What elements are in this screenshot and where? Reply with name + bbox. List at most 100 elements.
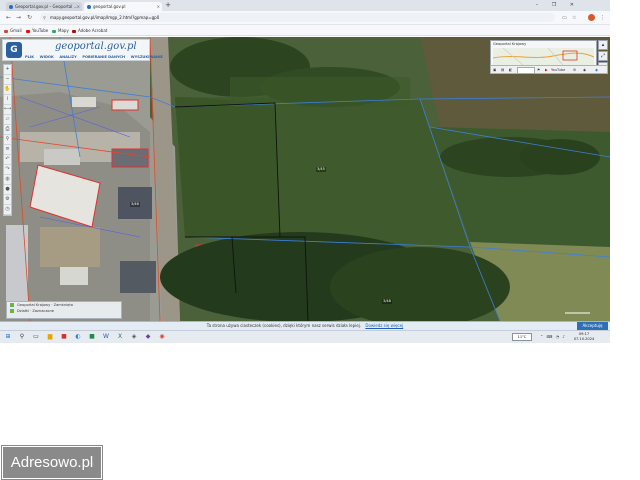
browser-menu-icon[interactable]: ⋮ bbox=[600, 14, 605, 22]
menu-item-wyszukiwanie[interactable]: WYSZUKIWANIE bbox=[131, 54, 163, 60]
browser-tab-bar: Geoportal.gov.pl – Geoportal ... × geopor… bbox=[0, 0, 610, 11]
legend-label: Geoportal Krajowy · Zamknięta bbox=[17, 303, 73, 307]
legend-item[interactable]: Działki · Zaznaczone bbox=[7, 308, 121, 314]
task-view-icon[interactable]: ▭ bbox=[32, 333, 40, 341]
measure-icon[interactable]: ⟷ bbox=[4, 105, 11, 115]
checkbox-icon[interactable] bbox=[10, 303, 14, 307]
overview-map-thumbnail[interactable] bbox=[493, 48, 594, 65]
profile-avatar[interactable] bbox=[588, 14, 595, 21]
forward-arrow-icon[interactable]: → bbox=[16, 14, 21, 22]
file-explorer-icon[interactable]: ▆ bbox=[46, 333, 54, 341]
overview-map[interactable]: Geoportal Krajowy bbox=[490, 40, 597, 68]
cookie-message: Ta strona używa ciasteczek (cookies), dz… bbox=[206, 323, 362, 328]
layer-toggle-icon[interactable]: ◧ bbox=[509, 67, 512, 73]
cookie-learn-more-link[interactable]: Dowiedz się więcej bbox=[365, 323, 403, 328]
youtube-icon[interactable]: ▶ bbox=[545, 67, 548, 73]
cast-icon[interactable]: ▭ bbox=[562, 14, 567, 22]
start-icon[interactable]: ⊞ bbox=[4, 333, 12, 341]
new-tab-button[interactable]: + bbox=[164, 1, 172, 10]
bookmark-star-icon[interactable]: ☆ bbox=[572, 14, 576, 22]
site-info-icon[interactable]: ⚲ bbox=[43, 13, 46, 22]
app-icon[interactable]: ■ bbox=[88, 333, 96, 341]
layers-icon[interactable]: ≡ bbox=[4, 145, 11, 155]
layer-toggle-icon[interactable]: ▤ bbox=[501, 67, 504, 73]
menu-item-analizy[interactable]: ANALIZY bbox=[59, 54, 76, 60]
browser-toolbar: ← → ↻ ⚲ mapy.geoportal.gov.pl/imap/Imgp_… bbox=[0, 11, 610, 25]
settings-icon[interactable]: ⚙ bbox=[573, 67, 576, 73]
marker-icon[interactable]: ● bbox=[4, 185, 11, 195]
menu-item-plik[interactable]: PLIK bbox=[25, 54, 34, 60]
globe-icon[interactable]: ◍ bbox=[4, 175, 11, 185]
bookmark-label: Adobe Acrobat bbox=[78, 28, 108, 33]
excel-icon[interactable]: X bbox=[116, 333, 124, 341]
url-text: mapy.geoportal.gov.pl/imap/Imgp_2.html?g… bbox=[50, 15, 160, 20]
building bbox=[112, 149, 148, 167]
address-bar[interactable]: ⚲ mapy.geoportal.gov.pl/imap/Imgp_2.html… bbox=[40, 13, 555, 22]
menu-item-pobieranie-danych[interactable]: POBIERANIE DANYCH bbox=[82, 54, 125, 60]
building bbox=[6, 225, 28, 305]
acrobat-icon bbox=[72, 29, 76, 33]
eye-icon[interactable]: ◉ bbox=[583, 67, 586, 73]
edge-icon[interactable]: ◐ bbox=[74, 333, 82, 341]
close-tab-icon[interactable]: × bbox=[77, 2, 80, 11]
maps-icon bbox=[52, 29, 56, 33]
print-icon[interactable]: ⎙ bbox=[4, 125, 11, 135]
reload-icon[interactable]: ↻ bbox=[27, 14, 32, 22]
bookmark-label: Mapy bbox=[58, 28, 69, 33]
app-icon[interactable]: ◈ bbox=[130, 333, 138, 341]
clock-icon[interactable]: ◷ bbox=[4, 205, 11, 215]
building bbox=[112, 100, 138, 110]
zoom-out-icon[interactable]: − bbox=[4, 75, 11, 85]
adresowo-watermark: Adresowo.pl bbox=[2, 446, 102, 479]
youtube-icon bbox=[26, 29, 30, 33]
bookmark-gmail[interactable]: Gmail bbox=[4, 26, 22, 35]
geoportal-header: G geoportal.gov.pl PLIK WIDOK ANALIZY PO… bbox=[2, 39, 163, 61]
map-legend: Geoportal Krajowy · Zamknięta Działki · … bbox=[6, 301, 122, 319]
weather-widget[interactable]: 11°C bbox=[512, 333, 532, 341]
system-tray[interactable]: ⌃ ⌨ ◔ ♪ bbox=[540, 333, 566, 341]
geoportal-favicon-icon bbox=[9, 5, 13, 9]
accept-cookies-button[interactable]: Akceptuję bbox=[577, 322, 608, 330]
orthophoto-map bbox=[0, 37, 610, 321]
area-icon[interactable]: ▱ bbox=[4, 115, 11, 125]
collapse-overview-icon[interactable]: ▴ bbox=[598, 40, 608, 50]
geoportal-favicon-icon bbox=[87, 5, 91, 9]
pan-hand-icon[interactable]: ✋ bbox=[4, 85, 11, 95]
word-icon[interactable]: W bbox=[102, 333, 110, 341]
layer-toggle-icon[interactable]: ⚑ bbox=[537, 67, 540, 73]
bookmark-youtube[interactable]: YouTube bbox=[26, 26, 48, 35]
menu-item-widok[interactable]: WIDOK bbox=[40, 54, 54, 60]
back-arrow-icon[interactable]: ← bbox=[6, 14, 11, 22]
chrome-icon[interactable]: ◉ bbox=[158, 333, 166, 341]
app-icon[interactable]: ■ bbox=[60, 333, 68, 341]
bookmark-label: Gmail bbox=[10, 28, 22, 33]
browser-tab-active[interactable]: geoportal.gov.pl × bbox=[84, 2, 162, 11]
layer-toggle-icon[interactable]: ▣ bbox=[493, 67, 496, 73]
youtube-label[interactable]: YouTube bbox=[551, 67, 565, 73]
overview-map-title: Geoportal Krajowy bbox=[493, 42, 527, 46]
window-controls[interactable]: – ❐ ✕ bbox=[536, 1, 580, 10]
building bbox=[120, 261, 156, 293]
zoom-in-icon[interactable]: + bbox=[4, 65, 11, 75]
settings-icon[interactable]: ⚙ bbox=[4, 195, 11, 205]
search-icon[interactable]: ⚲ bbox=[4, 135, 11, 145]
history-back-icon[interactable]: ↶ bbox=[4, 155, 11, 165]
tab-title: geoportal.gov.pl bbox=[93, 4, 126, 9]
search-icon[interactable]: ⚲ bbox=[18, 333, 26, 341]
fullscreen-icon[interactable]: ⤢ bbox=[598, 51, 608, 61]
layer-select[interactable] bbox=[517, 67, 535, 74]
browser-tab[interactable]: Geoportal.gov.pl – Geoportal ... × bbox=[6, 2, 82, 11]
map-canvas[interactable]: 3/45 3/46 3/48 G geoportal.gov.pl PLIK W… bbox=[0, 37, 610, 321]
checkbox-icon[interactable] bbox=[10, 309, 14, 313]
bookmark-acrobat[interactable]: Adobe Acrobat bbox=[72, 26, 107, 35]
eye-icon[interactable]: ◉ bbox=[595, 67, 598, 73]
clock[interactable]: 09:17 07.10.2024 bbox=[572, 332, 596, 342]
close-tab-icon[interactable]: × bbox=[157, 2, 160, 11]
bookmark-mapy[interactable]: Mapy bbox=[52, 26, 69, 35]
geoportal-emblem-icon: G bbox=[6, 42, 22, 58]
app-icon[interactable]: ◆ bbox=[144, 333, 152, 341]
building bbox=[72, 97, 96, 107]
history-forward-icon[interactable]: ↷ bbox=[4, 165, 11, 175]
cookie-banner: Ta strona używa ciasteczek (cookies), dz… bbox=[0, 321, 610, 330]
info-icon[interactable]: i bbox=[4, 95, 11, 105]
